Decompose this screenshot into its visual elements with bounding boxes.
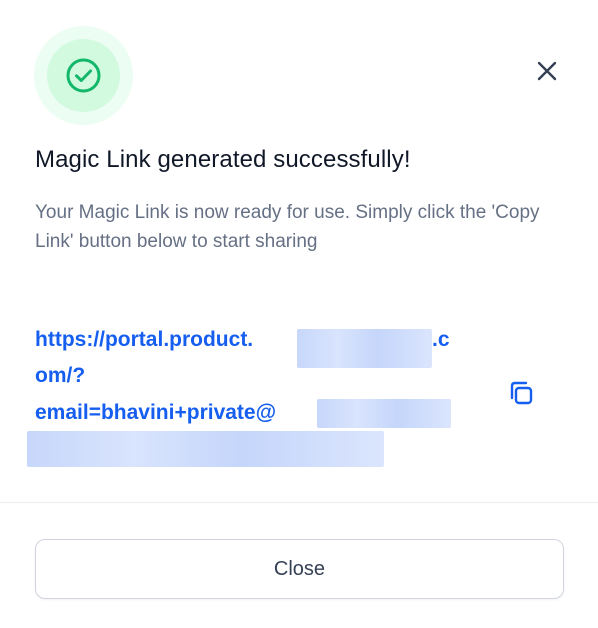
copy-icon xyxy=(510,381,533,405)
redacted-domain xyxy=(297,329,432,368)
close-icon-button[interactable] xyxy=(531,55,563,87)
check-circle-icon xyxy=(66,58,101,93)
link-line-3: email=bhavini+private@ xyxy=(35,401,277,424)
success-status-badge xyxy=(34,26,133,125)
modal-title: Magic Link generated successfully! xyxy=(35,146,411,173)
redacted-link-remainder xyxy=(27,431,384,467)
footer-divider xyxy=(0,502,598,503)
link-line-1-suffix: .c xyxy=(432,328,450,351)
link-line-1: https://portal.product. xyxy=(35,328,254,351)
close-button[interactable]: Close xyxy=(35,539,564,599)
copy-link-button[interactable] xyxy=(500,372,542,414)
magic-link-modal: Magic Link generated successfully! Your … xyxy=(0,0,598,628)
close-icon xyxy=(537,61,557,81)
modal-description: Your Magic Link is now ready for use. Si… xyxy=(35,202,540,252)
redacted-email-domain xyxy=(317,399,451,428)
link-line-2: om/? xyxy=(35,364,86,387)
